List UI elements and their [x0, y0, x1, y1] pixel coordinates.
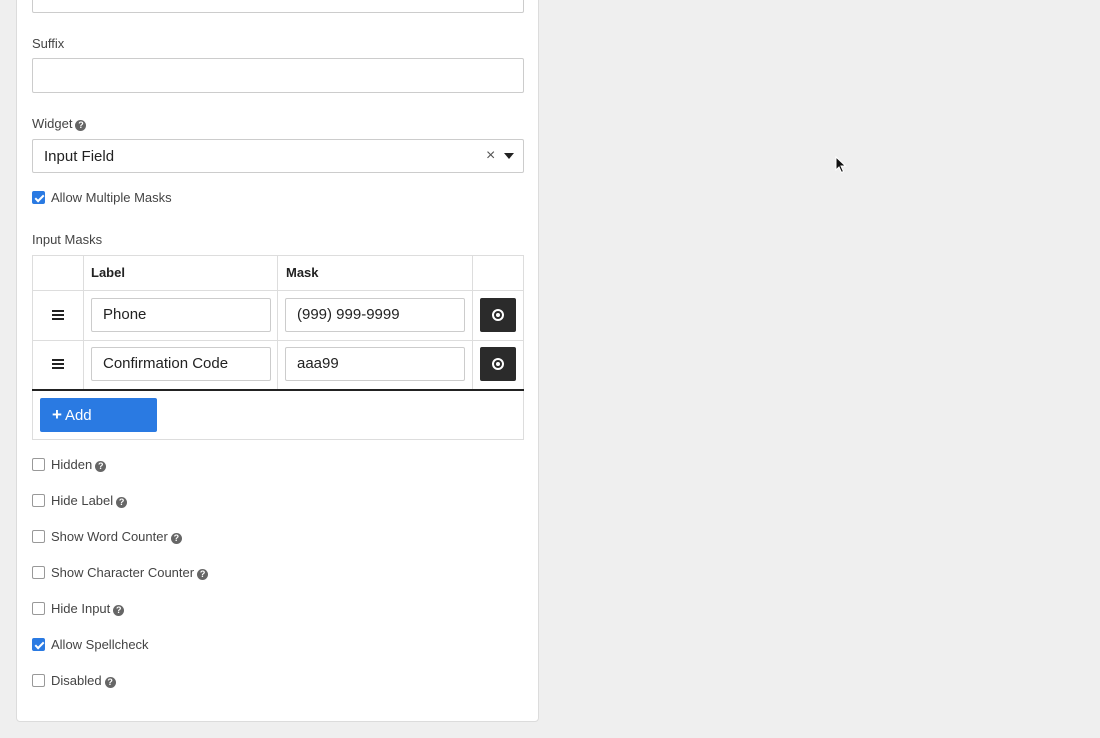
question-circle-icon[interactable]: ?	[113, 605, 125, 616]
hidden-checkbox[interactable]	[32, 458, 45, 471]
mouse-cursor-icon	[835, 156, 847, 174]
table-header-label: Label	[91, 265, 125, 280]
mask-row-1-label-input[interactable]: Phone	[91, 298, 271, 332]
show-word-counter-label: Show Word Counter?	[51, 529, 182, 544]
caret-down-icon[interactable]	[504, 153, 514, 159]
plus-icon: +	[52, 405, 62, 424]
question-circle-icon[interactable]: ?	[197, 569, 209, 580]
clear-icon[interactable]: ×	[486, 147, 495, 165]
show-word-counter-text: Show Word Counter	[51, 529, 168, 544]
hidden-label: Hidden?	[51, 457, 107, 472]
show-character-counter-checkbox[interactable]	[32, 566, 45, 579]
allow-spellcheck-checkbox[interactable]	[32, 638, 45, 651]
show-character-counter-text: Show Character Counter	[51, 565, 195, 580]
mask-row-1-mask-input[interactable]: (999) 999-9999	[285, 298, 465, 332]
disabled-label: Disabled?	[51, 673, 116, 688]
table-header-divider	[32, 290, 524, 291]
top-input-field[interactable]	[32, 0, 524, 13]
hide-label-label: Hide Label?	[51, 493, 128, 508]
show-word-counter-checkbox[interactable]	[32, 530, 45, 543]
suffix-label: Suffix	[32, 36, 65, 51]
table-col-divider-1	[83, 255, 84, 389]
add-another-button[interactable]: + Add Another	[40, 398, 157, 458]
suffix-input[interactable]	[32, 58, 524, 93]
question-circle-icon[interactable]: ?	[75, 120, 87, 131]
table-header-mask: Mask	[286, 265, 319, 280]
hidden-label-text: Hidden	[51, 457, 93, 472]
table-body-divider	[32, 389, 524, 391]
widget-label: Widget?	[32, 116, 87, 131]
widget-label-text: Widget	[32, 116, 73, 131]
question-circle-icon[interactable]: ?	[116, 497, 128, 508]
table-col-divider-3	[472, 255, 473, 389]
question-circle-icon[interactable]: ?	[95, 461, 107, 472]
drag-handle-icon[interactable]	[52, 310, 64, 320]
allow-spellcheck-label: Allow Spellcheck	[51, 637, 149, 652]
table-row-divider	[32, 340, 524, 341]
question-circle-icon[interactable]: ?	[104, 677, 116, 688]
widget-select[interactable]: Input Field ×	[32, 139, 524, 173]
table-col-divider-2	[277, 255, 278, 389]
remove-row-1-button[interactable]	[480, 298, 516, 332]
hide-input-label: Hide Input?	[51, 601, 125, 616]
hide-input-text: Hide Input	[51, 601, 111, 616]
question-circle-icon[interactable]: ?	[170, 533, 182, 544]
disabled-text: Disabled	[51, 673, 102, 688]
drag-handle-icon[interactable]	[52, 359, 64, 369]
input-masks-label: Input Masks	[32, 232, 103, 247]
hide-label-checkbox[interactable]	[32, 494, 45, 507]
remove-row-2-button[interactable]	[480, 347, 516, 381]
disabled-checkbox[interactable]	[32, 674, 45, 687]
widget-select-value: Input Field	[44, 148, 115, 165]
mask-row-2-label-input[interactable]: Confirmation Code	[91, 347, 271, 381]
mask-row-2-mask-input[interactable]: aaa99	[285, 347, 465, 381]
allow-multiple-masks-label: Allow Multiple Masks	[51, 190, 172, 205]
hide-input-checkbox[interactable]	[32, 602, 45, 615]
hide-label-text: Hide Label	[51, 493, 114, 508]
show-character-counter-label: Show Character Counter?	[51, 565, 209, 580]
allow-multiple-masks-checkbox[interactable]	[32, 191, 45, 204]
